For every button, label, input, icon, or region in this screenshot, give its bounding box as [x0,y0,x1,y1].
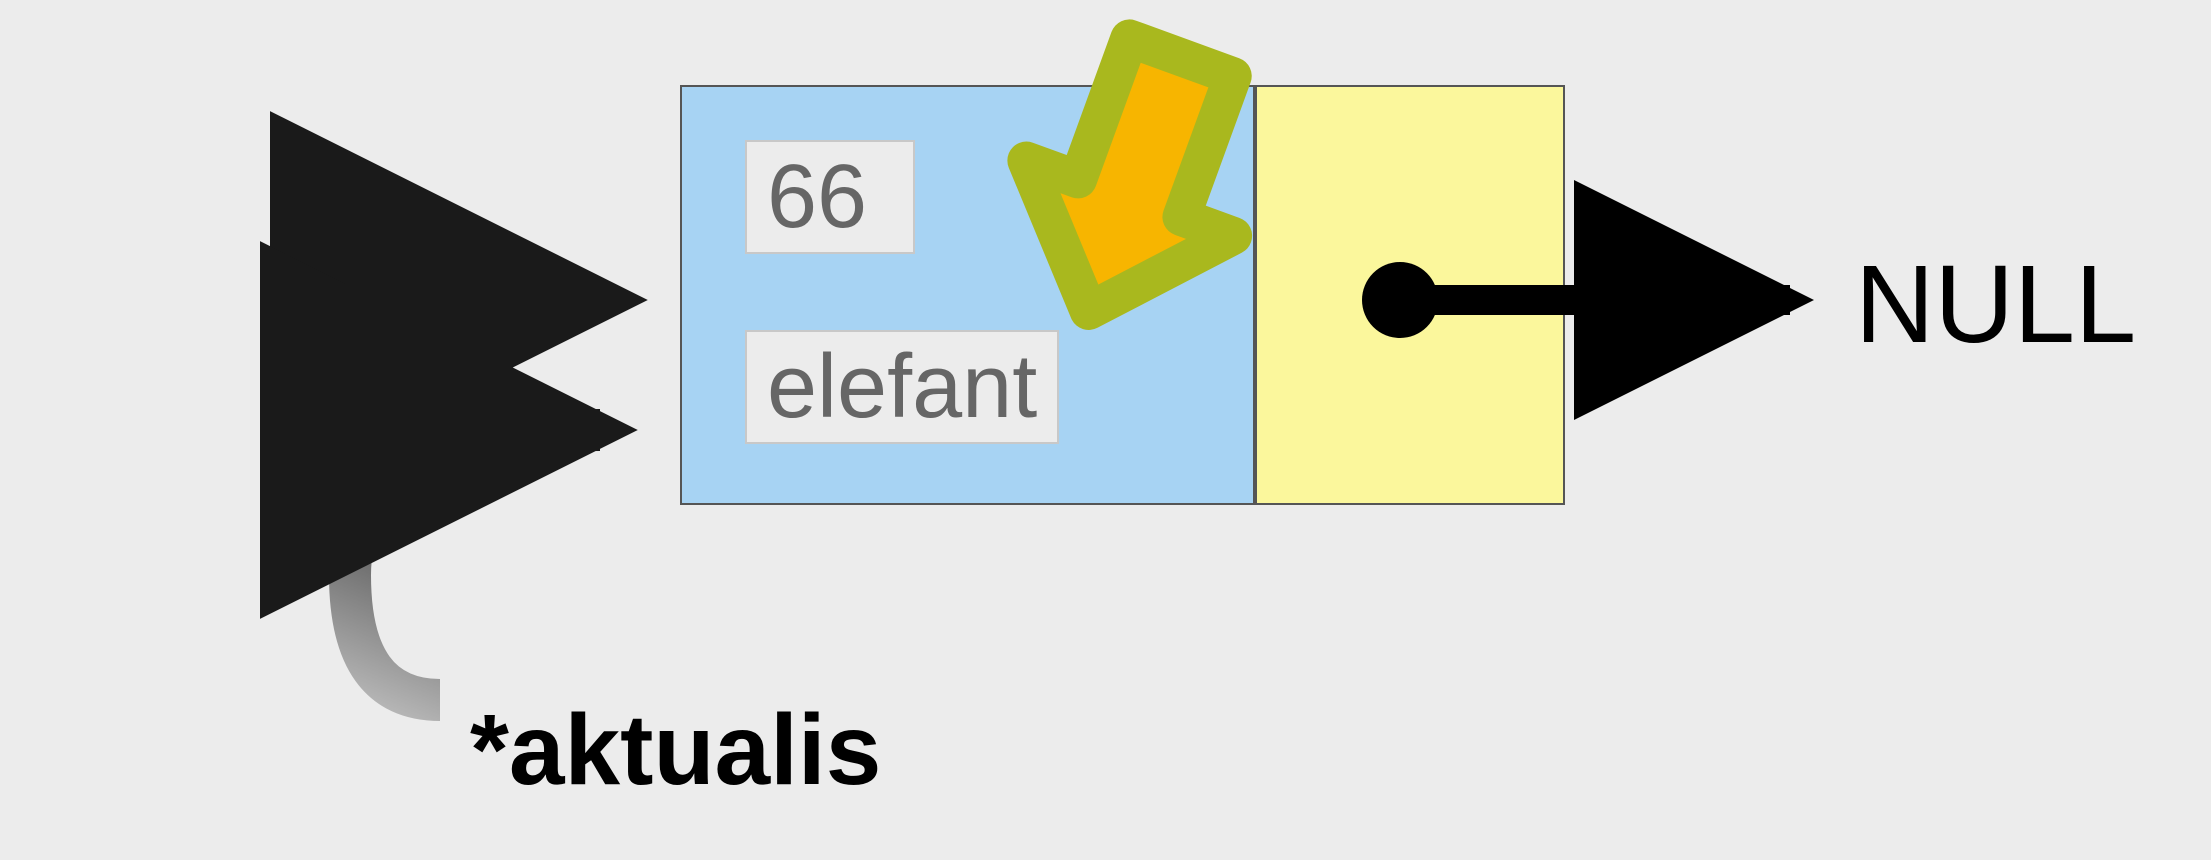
current-pointer-arrow [350,430,600,700]
linked-list-diagram: 66 elefant NULL *aktualis [0,0,2211,860]
node-field-1: 66 [745,140,915,254]
current-pointer-label: *aktualis [470,700,881,800]
node-next-cell [1255,85,1565,505]
node-field-2: elefant [745,330,1059,444]
null-label: NULL [1855,250,2136,360]
